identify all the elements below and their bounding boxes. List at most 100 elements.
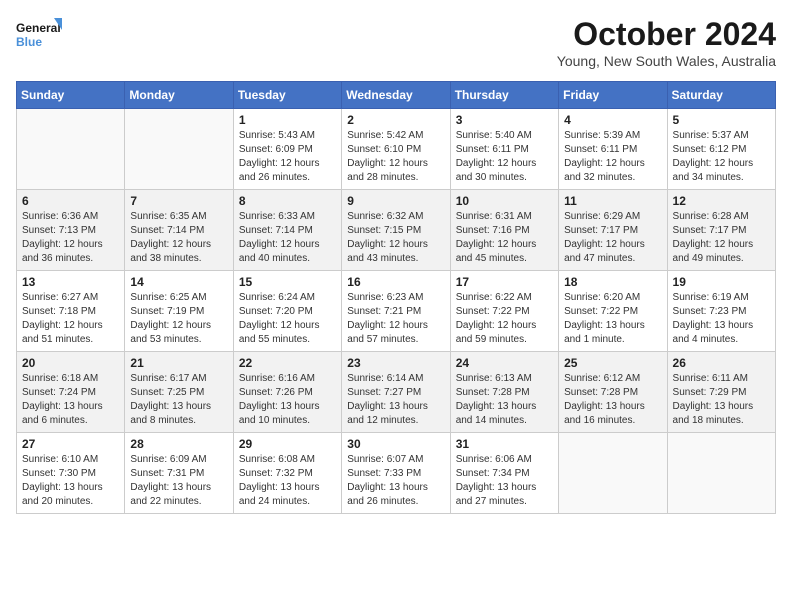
location: Young, New South Wales, Australia bbox=[557, 53, 776, 69]
calendar-cell: 12 Sunrise: 6:28 AMSunset: 7:17 PMDaylig… bbox=[667, 190, 775, 271]
page-header: General Blue October 2024 Young, New Sou… bbox=[16, 16, 776, 69]
calendar-cell: 16 Sunrise: 6:23 AMSunset: 7:21 PMDaylig… bbox=[342, 271, 450, 352]
calendar-cell: 19 Sunrise: 6:19 AMSunset: 7:23 PMDaylig… bbox=[667, 271, 775, 352]
day-info: Sunrise: 6:24 AMSunset: 7:20 PMDaylight:… bbox=[239, 291, 336, 347]
day-info: Sunrise: 6:20 AMSunset: 7:22 PMDaylight:… bbox=[564, 291, 661, 347]
calendar-cell: 29 Sunrise: 6:08 AMSunset: 7:32 PMDaylig… bbox=[233, 433, 341, 514]
calendar-cell: 23 Sunrise: 6:14 AMSunset: 7:27 PMDaylig… bbox=[342, 352, 450, 433]
calendar-cell: 24 Sunrise: 6:13 AMSunset: 7:28 PMDaylig… bbox=[450, 352, 558, 433]
calendar-cell: 5 Sunrise: 5:37 AMSunset: 6:12 PMDayligh… bbox=[667, 109, 775, 190]
day-info: Sunrise: 6:06 AMSunset: 7:34 PMDaylight:… bbox=[456, 453, 553, 509]
calendar-cell: 27 Sunrise: 6:10 AMSunset: 7:30 PMDaylig… bbox=[17, 433, 125, 514]
week-row-1: 1 Sunrise: 5:43 AMSunset: 6:09 PMDayligh… bbox=[17, 109, 776, 190]
day-number: 16 bbox=[347, 275, 444, 289]
calendar-cell: 8 Sunrise: 6:33 AMSunset: 7:14 PMDayligh… bbox=[233, 190, 341, 271]
day-info: Sunrise: 6:23 AMSunset: 7:21 PMDaylight:… bbox=[347, 291, 444, 347]
calendar-cell: 11 Sunrise: 6:29 AMSunset: 7:17 PMDaylig… bbox=[559, 190, 667, 271]
calendar-cell: 14 Sunrise: 6:25 AMSunset: 7:19 PMDaylig… bbox=[125, 271, 233, 352]
calendar-cell bbox=[17, 109, 125, 190]
day-number: 13 bbox=[22, 275, 119, 289]
day-number: 6 bbox=[22, 194, 119, 208]
day-info: Sunrise: 6:27 AMSunset: 7:18 PMDaylight:… bbox=[22, 291, 119, 347]
day-number: 19 bbox=[673, 275, 770, 289]
col-header-sunday: Sunday bbox=[17, 82, 125, 109]
day-info: Sunrise: 6:28 AMSunset: 7:17 PMDaylight:… bbox=[673, 210, 770, 266]
title-section: October 2024 Young, New South Wales, Aus… bbox=[557, 16, 776, 69]
day-info: Sunrise: 5:42 AMSunset: 6:10 PMDaylight:… bbox=[347, 129, 444, 185]
header-row: SundayMondayTuesdayWednesdayThursdayFrid… bbox=[17, 82, 776, 109]
day-number: 3 bbox=[456, 113, 553, 127]
day-info: Sunrise: 6:13 AMSunset: 7:28 PMDaylight:… bbox=[456, 372, 553, 428]
day-number: 18 bbox=[564, 275, 661, 289]
day-info: Sunrise: 6:33 AMSunset: 7:14 PMDaylight:… bbox=[239, 210, 336, 266]
calendar-cell: 1 Sunrise: 5:43 AMSunset: 6:09 PMDayligh… bbox=[233, 109, 341, 190]
day-info: Sunrise: 6:17 AMSunset: 7:25 PMDaylight:… bbox=[130, 372, 227, 428]
logo-svg: General Blue bbox=[16, 16, 66, 60]
week-row-4: 20 Sunrise: 6:18 AMSunset: 7:24 PMDaylig… bbox=[17, 352, 776, 433]
calendar-cell: 7 Sunrise: 6:35 AMSunset: 7:14 PMDayligh… bbox=[125, 190, 233, 271]
day-number: 12 bbox=[673, 194, 770, 208]
calendar-cell: 4 Sunrise: 5:39 AMSunset: 6:11 PMDayligh… bbox=[559, 109, 667, 190]
calendar-cell: 20 Sunrise: 6:18 AMSunset: 7:24 PMDaylig… bbox=[17, 352, 125, 433]
calendar-cell: 6 Sunrise: 6:36 AMSunset: 7:13 PMDayligh… bbox=[17, 190, 125, 271]
calendar-cell: 17 Sunrise: 6:22 AMSunset: 7:22 PMDaylig… bbox=[450, 271, 558, 352]
month-title: October 2024 bbox=[557, 16, 776, 53]
calendar-cell: 31 Sunrise: 6:06 AMSunset: 7:34 PMDaylig… bbox=[450, 433, 558, 514]
day-number: 7 bbox=[130, 194, 227, 208]
day-number: 5 bbox=[673, 113, 770, 127]
day-info: Sunrise: 6:25 AMSunset: 7:19 PMDaylight:… bbox=[130, 291, 227, 347]
calendar-cell: 13 Sunrise: 6:27 AMSunset: 7:18 PMDaylig… bbox=[17, 271, 125, 352]
day-info: Sunrise: 6:29 AMSunset: 7:17 PMDaylight:… bbox=[564, 210, 661, 266]
week-row-2: 6 Sunrise: 6:36 AMSunset: 7:13 PMDayligh… bbox=[17, 190, 776, 271]
day-number: 8 bbox=[239, 194, 336, 208]
week-row-5: 27 Sunrise: 6:10 AMSunset: 7:30 PMDaylig… bbox=[17, 433, 776, 514]
day-info: Sunrise: 6:12 AMSunset: 7:28 PMDaylight:… bbox=[564, 372, 661, 428]
day-number: 23 bbox=[347, 356, 444, 370]
calendar-cell: 18 Sunrise: 6:20 AMSunset: 7:22 PMDaylig… bbox=[559, 271, 667, 352]
calendar-cell: 22 Sunrise: 6:16 AMSunset: 7:26 PMDaylig… bbox=[233, 352, 341, 433]
day-info: Sunrise: 6:14 AMSunset: 7:27 PMDaylight:… bbox=[347, 372, 444, 428]
day-number: 25 bbox=[564, 356, 661, 370]
day-number: 1 bbox=[239, 113, 336, 127]
calendar-cell: 28 Sunrise: 6:09 AMSunset: 7:31 PMDaylig… bbox=[125, 433, 233, 514]
day-info: Sunrise: 5:43 AMSunset: 6:09 PMDaylight:… bbox=[239, 129, 336, 185]
day-number: 10 bbox=[456, 194, 553, 208]
col-header-thursday: Thursday bbox=[450, 82, 558, 109]
day-number: 20 bbox=[22, 356, 119, 370]
day-number: 4 bbox=[564, 113, 661, 127]
day-number: 30 bbox=[347, 437, 444, 451]
calendar-cell: 30 Sunrise: 6:07 AMSunset: 7:33 PMDaylig… bbox=[342, 433, 450, 514]
day-info: Sunrise: 6:09 AMSunset: 7:31 PMDaylight:… bbox=[130, 453, 227, 509]
col-header-wednesday: Wednesday bbox=[342, 82, 450, 109]
day-number: 27 bbox=[22, 437, 119, 451]
day-info: Sunrise: 6:18 AMSunset: 7:24 PMDaylight:… bbox=[22, 372, 119, 428]
day-number: 9 bbox=[347, 194, 444, 208]
day-number: 22 bbox=[239, 356, 336, 370]
day-info: Sunrise: 6:22 AMSunset: 7:22 PMDaylight:… bbox=[456, 291, 553, 347]
day-number: 2 bbox=[347, 113, 444, 127]
day-info: Sunrise: 6:11 AMSunset: 7:29 PMDaylight:… bbox=[673, 372, 770, 428]
logo: General Blue bbox=[16, 16, 66, 60]
calendar-cell: 15 Sunrise: 6:24 AMSunset: 7:20 PMDaylig… bbox=[233, 271, 341, 352]
day-info: Sunrise: 6:19 AMSunset: 7:23 PMDaylight:… bbox=[673, 291, 770, 347]
day-info: Sunrise: 6:31 AMSunset: 7:16 PMDaylight:… bbox=[456, 210, 553, 266]
day-number: 29 bbox=[239, 437, 336, 451]
day-info: Sunrise: 6:08 AMSunset: 7:32 PMDaylight:… bbox=[239, 453, 336, 509]
week-row-3: 13 Sunrise: 6:27 AMSunset: 7:18 PMDaylig… bbox=[17, 271, 776, 352]
calendar-cell: 26 Sunrise: 6:11 AMSunset: 7:29 PMDaylig… bbox=[667, 352, 775, 433]
day-info: Sunrise: 6:32 AMSunset: 7:15 PMDaylight:… bbox=[347, 210, 444, 266]
day-info: Sunrise: 5:40 AMSunset: 6:11 PMDaylight:… bbox=[456, 129, 553, 185]
day-info: Sunrise: 6:16 AMSunset: 7:26 PMDaylight:… bbox=[239, 372, 336, 428]
col-header-monday: Monday bbox=[125, 82, 233, 109]
calendar-cell: 3 Sunrise: 5:40 AMSunset: 6:11 PMDayligh… bbox=[450, 109, 558, 190]
day-info: Sunrise: 6:07 AMSunset: 7:33 PMDaylight:… bbox=[347, 453, 444, 509]
col-header-friday: Friday bbox=[559, 82, 667, 109]
day-number: 14 bbox=[130, 275, 227, 289]
day-number: 21 bbox=[130, 356, 227, 370]
day-number: 28 bbox=[130, 437, 227, 451]
calendar-cell: 25 Sunrise: 6:12 AMSunset: 7:28 PMDaylig… bbox=[559, 352, 667, 433]
day-info: Sunrise: 6:10 AMSunset: 7:30 PMDaylight:… bbox=[22, 453, 119, 509]
calendar-cell bbox=[559, 433, 667, 514]
calendar-cell: 9 Sunrise: 6:32 AMSunset: 7:15 PMDayligh… bbox=[342, 190, 450, 271]
svg-text:Blue: Blue bbox=[16, 35, 42, 49]
